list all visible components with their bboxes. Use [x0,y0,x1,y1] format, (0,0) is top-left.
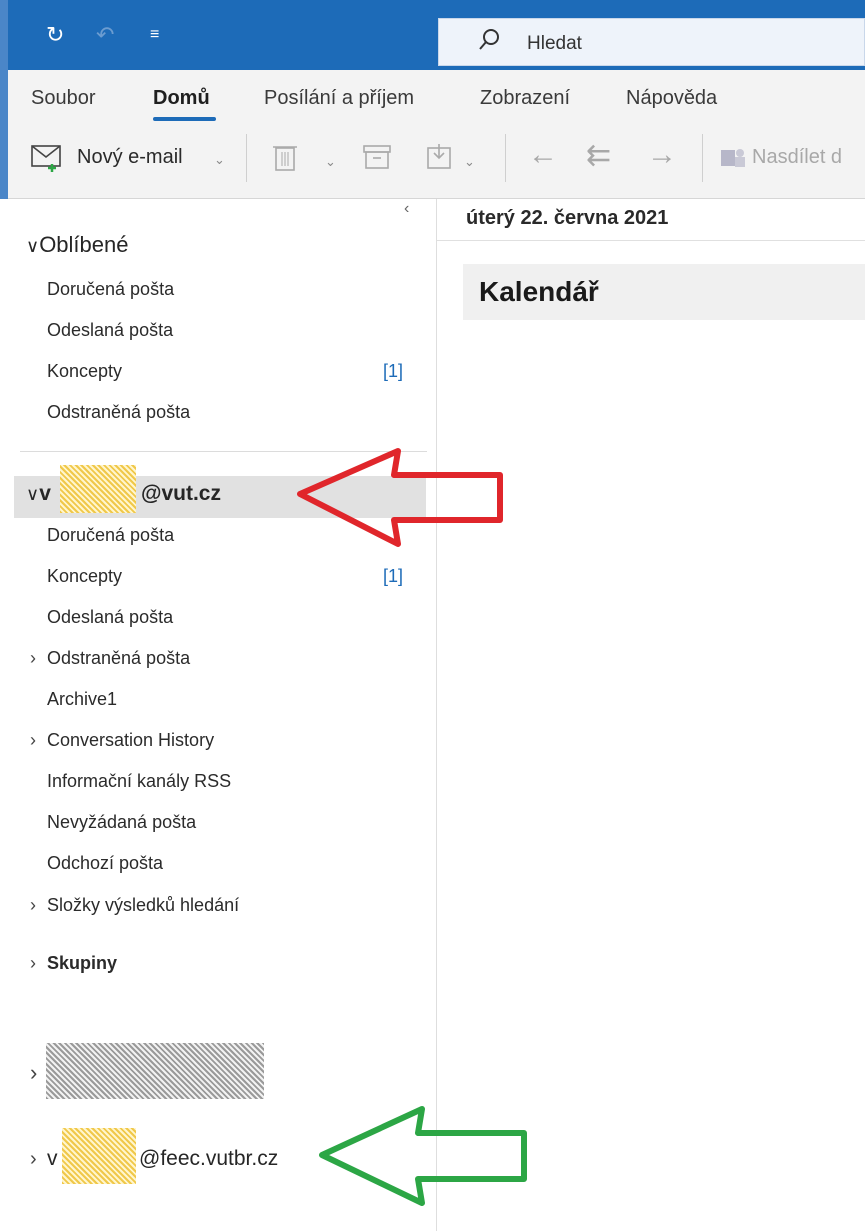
tab-domu[interactable]: Domů [153,87,210,110]
active-tab-indicator [153,117,216,121]
search-box[interactable]: Hledat [438,18,865,66]
collapse-pane-icon[interactable]: ‹ [404,200,409,218]
calendar-bar[interactable]: Kalendář [463,264,865,320]
delete-icon[interactable] [272,142,298,172]
red-arrow-annotation [297,448,503,547]
chevron-right-icon[interactable]: › [30,648,36,669]
redacted-block [62,1128,136,1184]
groups-header[interactable]: Skupiny [47,953,117,974]
undo-icon[interactable]: ↶ [96,22,114,48]
new-email-label: Nový e-mail [77,146,183,168]
folder-item[interactable]: Archive1 [47,689,117,710]
forward-icon[interactable]: → [647,138,677,172]
toolbar-separator [246,134,247,182]
green-arrow-annotation [319,1106,527,1206]
chevron-right-icon[interactable]: › [30,730,36,751]
account-suffix[interactable]: @feec.vutbr.cz [139,1147,278,1171]
redacted-account[interactable] [46,1043,264,1099]
chevron-right-icon[interactable]: › [30,1060,37,1086]
folder-item[interactable]: Složky výsledků hledání [47,895,239,916]
move-icon[interactable] [425,142,455,172]
search-icon [479,29,499,50]
search-placeholder: Hledat [527,33,582,54]
tab-posilani-a-prijem[interactable]: Posílání a příjem [264,87,414,110]
folder-item[interactable]: Odeslaná pošta [47,320,173,341]
account-prefix: v [39,482,51,505]
teams-icon [721,149,745,167]
share-to-teams-button[interactable]: Nasdílet d [720,144,865,174]
chevron-right-icon[interactable]: › [30,895,36,916]
chevron-down-icon[interactable]: ⌄ [464,154,475,170]
tab-soubor[interactable]: Soubor [31,87,96,110]
chevron-right-icon[interactable]: › [30,953,36,974]
folder-item[interactable]: Odstraněná pošta [47,402,190,423]
reply-icon[interactable]: ← [528,138,558,172]
share-label: Nasdílet d [752,146,843,168]
sync-icon[interactable]: ↻ [46,22,64,48]
folder-item[interactable]: Nevyžádaná pošta [47,812,196,833]
folder-item[interactable]: Odchozí pošta [47,853,163,874]
folder-item[interactable]: Koncepty [47,361,122,382]
calendar-title: Kalendář [479,276,599,307]
title-bar: ↻ ↶ ≡ Hledat [0,0,865,70]
reply-all-icon[interactable]: ⇇ [586,138,611,173]
folder-item[interactable]: Informační kanály RSS [47,771,231,792]
customize-toolbar-icon[interactable]: ≡ [150,22,159,48]
date-header: úterý 22. června 2021 [466,207,669,229]
unread-count: [1] [383,361,404,381]
favorites-header[interactable]: ∨Oblíbené [26,232,128,258]
folder-item[interactable]: Odeslaná pošta [47,607,173,628]
folder-item[interactable]: Doručená pošta [47,279,174,300]
account-prefix: v [47,1147,58,1170]
account-suffix: @vut.cz [141,482,221,505]
toolbar-separator [505,134,506,182]
date-divider [437,240,865,241]
new-email-icon [31,145,61,172]
account-header[interactable]: ∨v [26,482,51,506]
chevron-down-icon[interactable]: ⌄ [325,154,336,170]
tab-napoveda[interactable]: Nápověda [626,87,717,110]
archive-icon[interactable] [362,144,392,170]
chevron-right-icon[interactable]: › [30,1148,37,1171]
favorites-header-label: Oblíbené [39,232,129,257]
unread-count: [1] [383,566,404,586]
chevron-down-icon: ∨ [26,236,40,256]
new-email-button[interactable]: Nový e-mail ⌄ [30,140,230,180]
chevron-down-icon[interactable]: ⌄ [214,152,225,168]
folder-item[interactable]: Conversation History [47,730,214,751]
folder-item[interactable]: Koncepty [47,566,122,587]
ribbon: Soubor Domů Posílání a příjem Zobrazení … [0,70,865,199]
redacted-block [60,465,136,513]
toolbar-separator [702,134,703,182]
tab-zobrazeni[interactable]: Zobrazení [480,87,570,110]
folder-item[interactable]: Odstraněná pošta [47,648,190,669]
folder-item[interactable]: Doručená pošta [47,525,174,546]
chevron-down-icon: ∨ [26,484,40,504]
